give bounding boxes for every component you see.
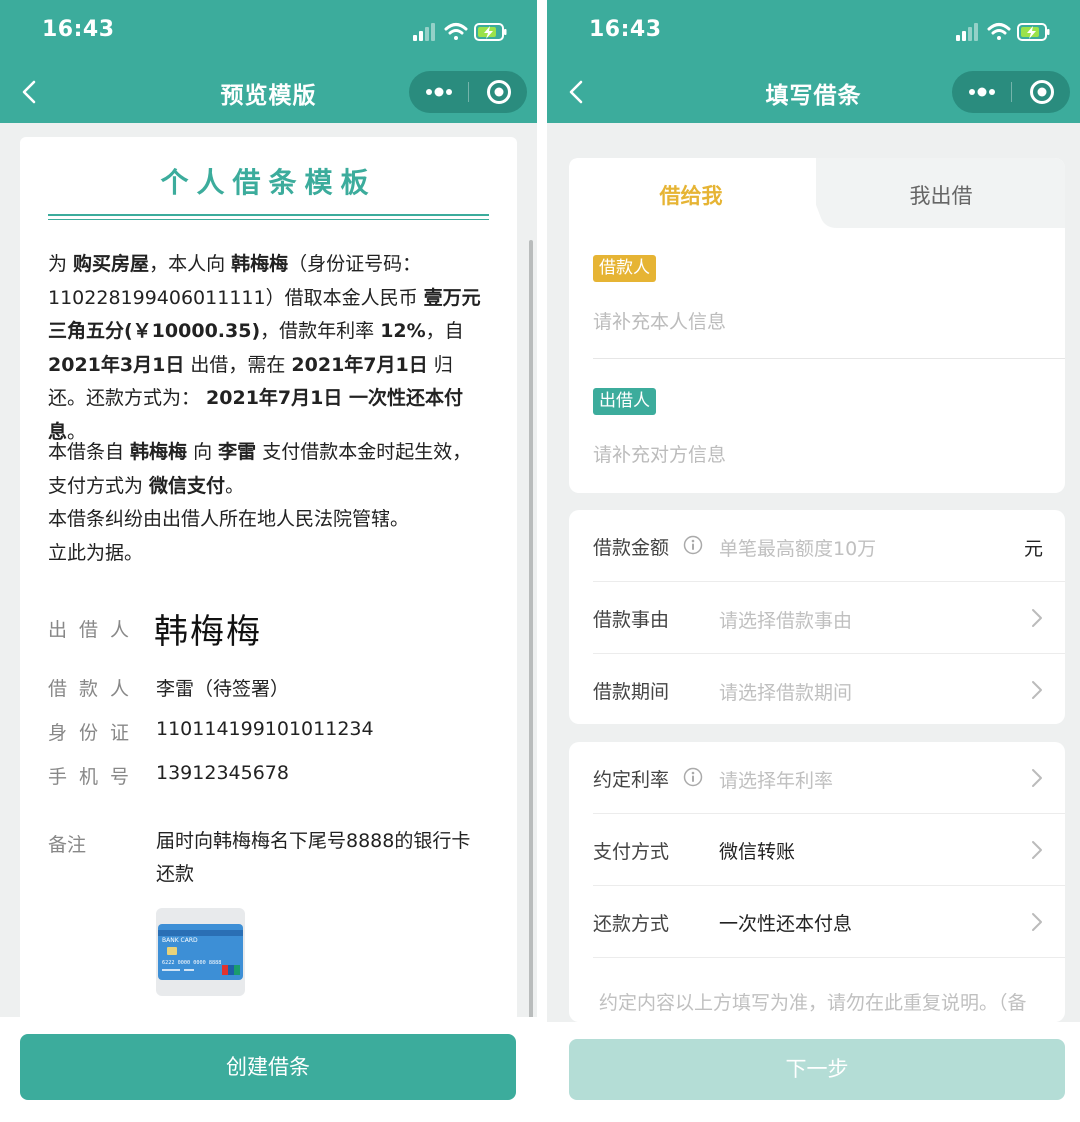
title-rule-thin <box>48 219 489 220</box>
period-row[interactable]: 借款期间 请选择借款期间 <box>569 654 1065 726</box>
wifi-icon <box>444 23 468 40</box>
signal-icon <box>956 23 978 41</box>
id-field: 身份证 110114199101011234 <box>48 714 498 748</box>
fill-iou-screen: 16:43 填写借条 借给我 我出借 借款人 请补充本人信息 出借人 请补充对方… <box>547 0 1080 1122</box>
chevron-right-icon <box>1032 769 1042 787</box>
amount-unit: 元 <box>1023 538 1043 560</box>
chevron-right-icon <box>1032 609 1042 627</box>
remark-value: 届时向韩梅梅名下尾号8888的银行卡还款 <box>156 830 471 885</box>
repayment-method-row[interactable]: 还款方式 一次性还本付息 <box>569 886 1065 958</box>
repayment-method-label: 还款方式 <box>593 913 670 935</box>
lender-info-input[interactable]: 请补充对方信息 <box>593 440 726 467</box>
next-step-button[interactable]: 下一步 <box>569 1039 1065 1100</box>
chevron-right-icon <box>1032 913 1042 931</box>
nav-bar: 填写借条 <box>547 62 1080 123</box>
status-time: 16:43 <box>589 17 662 42</box>
preview-screen: 16:43 预览模版 个人借条模板 为 购买房屋，本人向 韩梅梅（身份证号码：1… <box>0 0 537 1122</box>
reason-row[interactable]: 借款事由 请选择借款事由 <box>569 582 1065 654</box>
close-circle-icon[interactable] <box>469 71 527 113</box>
terms-card: 约定利率 请选择年利率 支付方式 微信转账 还款方式 一次性还本付息 约定内容以… <box>569 742 1065 1044</box>
system-status-icons <box>956 23 1050 41</box>
borrower-value: 李雷（待签署） <box>156 678 290 700</box>
row-divider <box>593 957 1065 958</box>
lender-field: 出借人 <box>48 611 498 645</box>
payment-method-label: 支付方式 <box>593 841 670 863</box>
borrower-info-input[interactable]: 请补充本人信息 <box>593 307 726 334</box>
period-select[interactable]: 请选择借款期间 <box>719 678 852 705</box>
more-icon[interactable] <box>952 71 1010 113</box>
close-circle-icon[interactable] <box>1012 71 1070 113</box>
mini-program-capsule <box>952 71 1070 113</box>
system-status-icons <box>413 23 507 41</box>
parties-card: 借给我 我出借 借款人 请补充本人信息 出借人 请补充对方信息 <box>569 158 1065 493</box>
card-number-text: 6222 0000 0000 8888 <box>162 960 221 966</box>
rate-row[interactable]: 约定利率 请选择年利率 <box>569 742 1065 814</box>
battery-charging-icon <box>1017 23 1050 41</box>
nav-bar: 预览模版 <box>0 62 537 123</box>
amount-label: 借款金额 <box>593 537 670 559</box>
repayment-method-value[interactable]: 一次性还本付息 <box>719 909 852 936</box>
reason-select[interactable]: 请选择借款事由 <box>719 606 852 633</box>
payment-method-row[interactable]: 支付方式 微信转账 <box>569 814 1065 886</box>
chevron-right-icon <box>1032 681 1042 699</box>
signal-icon <box>413 23 435 41</box>
id-value: 110114199101011234 <box>156 718 374 740</box>
period-label: 借款期间 <box>593 681 670 703</box>
mini-program-capsule <box>409 71 527 113</box>
payment-method-value[interactable]: 微信转账 <box>719 837 795 864</box>
rate-select[interactable]: 请选择年利率 <box>719 766 833 793</box>
card-brand-text: BANK CARD <box>162 937 198 944</box>
status-bar: 16:43 <box>0 0 537 62</box>
loan-details-card: 借款金额 单笔最高额度10万 元 借款事由 请选择借款事由 借款期间 请选择借款… <box>569 510 1065 724</box>
lender-label: 出借人 <box>48 619 142 641</box>
tab-i-lend[interactable]: 我出借 <box>841 180 1041 210</box>
iou-document: 个人借条模板 为 购买房屋，本人向 韩梅梅（身份证号码：110228199406… <box>20 137 517 1022</box>
reason-label: 借款事由 <box>593 609 670 631</box>
bank-card-thumbnail[interactable]: BANK CARD 6222 0000 0000 8888 <box>156 908 245 996</box>
phone-field: 手机号 13912345678 <box>48 758 498 792</box>
iou-effect-paragraph: 本借条自 韩梅梅 向 李雷 支付借款本金时起生效，支付方式为 微信支付。 本借条纠… <box>48 441 472 564</box>
remark-label: 备注 <box>48 834 87 856</box>
chevron-right-icon <box>1032 841 1042 859</box>
document-title: 个人借条模板 <box>160 166 377 199</box>
borrower-tag: 借款人 <box>593 255 656 282</box>
bank-card-icon: BANK CARD 6222 0000 0000 8888 <box>158 924 243 980</box>
amount-row[interactable]: 借款金额 单笔最高额度10万 元 <box>569 510 1065 582</box>
info-icon[interactable] <box>683 767 703 787</box>
more-icon[interactable] <box>409 71 467 113</box>
phone-value: 13912345678 <box>156 762 289 784</box>
iou-terms-paragraph: 为 购买房屋，本人向 韩梅梅（身份证号码：110228199406011111）… <box>48 253 481 443</box>
tab-lend-to-me[interactable]: 借给我 <box>591 180 791 210</box>
amount-input[interactable]: 单笔最高额度10万 <box>719 534 876 561</box>
borrower-label: 借款人 <box>48 678 142 700</box>
title-rule <box>48 214 489 216</box>
rate-label: 约定利率 <box>593 769 670 791</box>
id-label: 身份证 <box>48 722 142 744</box>
info-icon[interactable] <box>683 535 703 555</box>
lender-tag: 出借人 <box>593 388 656 415</box>
divider <box>593 358 1065 359</box>
borrower-field: 借款人 李雷（待签署） <box>48 670 498 704</box>
lender-signature: 韩梅梅 <box>154 612 262 652</box>
status-bar: 16:43 <box>547 0 1080 62</box>
scrollbar[interactable] <box>529 240 533 1020</box>
phone-label: 手机号 <box>48 766 142 788</box>
battery-charging-icon <box>474 23 507 41</box>
status-time: 16:43 <box>42 17 115 42</box>
wifi-icon <box>987 23 1011 40</box>
create-iou-button[interactable]: 创建借条 <box>20 1034 516 1100</box>
